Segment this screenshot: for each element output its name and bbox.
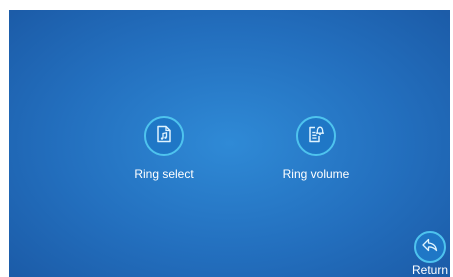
- ring-settings-screen: Ring select Ring volume Return: [9, 10, 450, 277]
- ring-volume-label: Ring volume: [282, 167, 350, 181]
- ring-select-button[interactable]: Ring select: [109, 116, 219, 181]
- return-icon-circle: [414, 231, 446, 263]
- return-button[interactable]: Return: [410, 231, 450, 277]
- bell-document-icon: [306, 124, 326, 149]
- music-file-icon: [154, 124, 174, 149]
- return-label: Return: [411, 263, 449, 277]
- ring-volume-button[interactable]: Ring volume: [261, 116, 371, 181]
- ring-select-label: Ring select: [134, 167, 194, 181]
- ring-select-icon-circle: [144, 116, 184, 156]
- return-arrow-icon: [421, 237, 439, 258]
- ring-volume-icon-circle: [296, 116, 336, 156]
